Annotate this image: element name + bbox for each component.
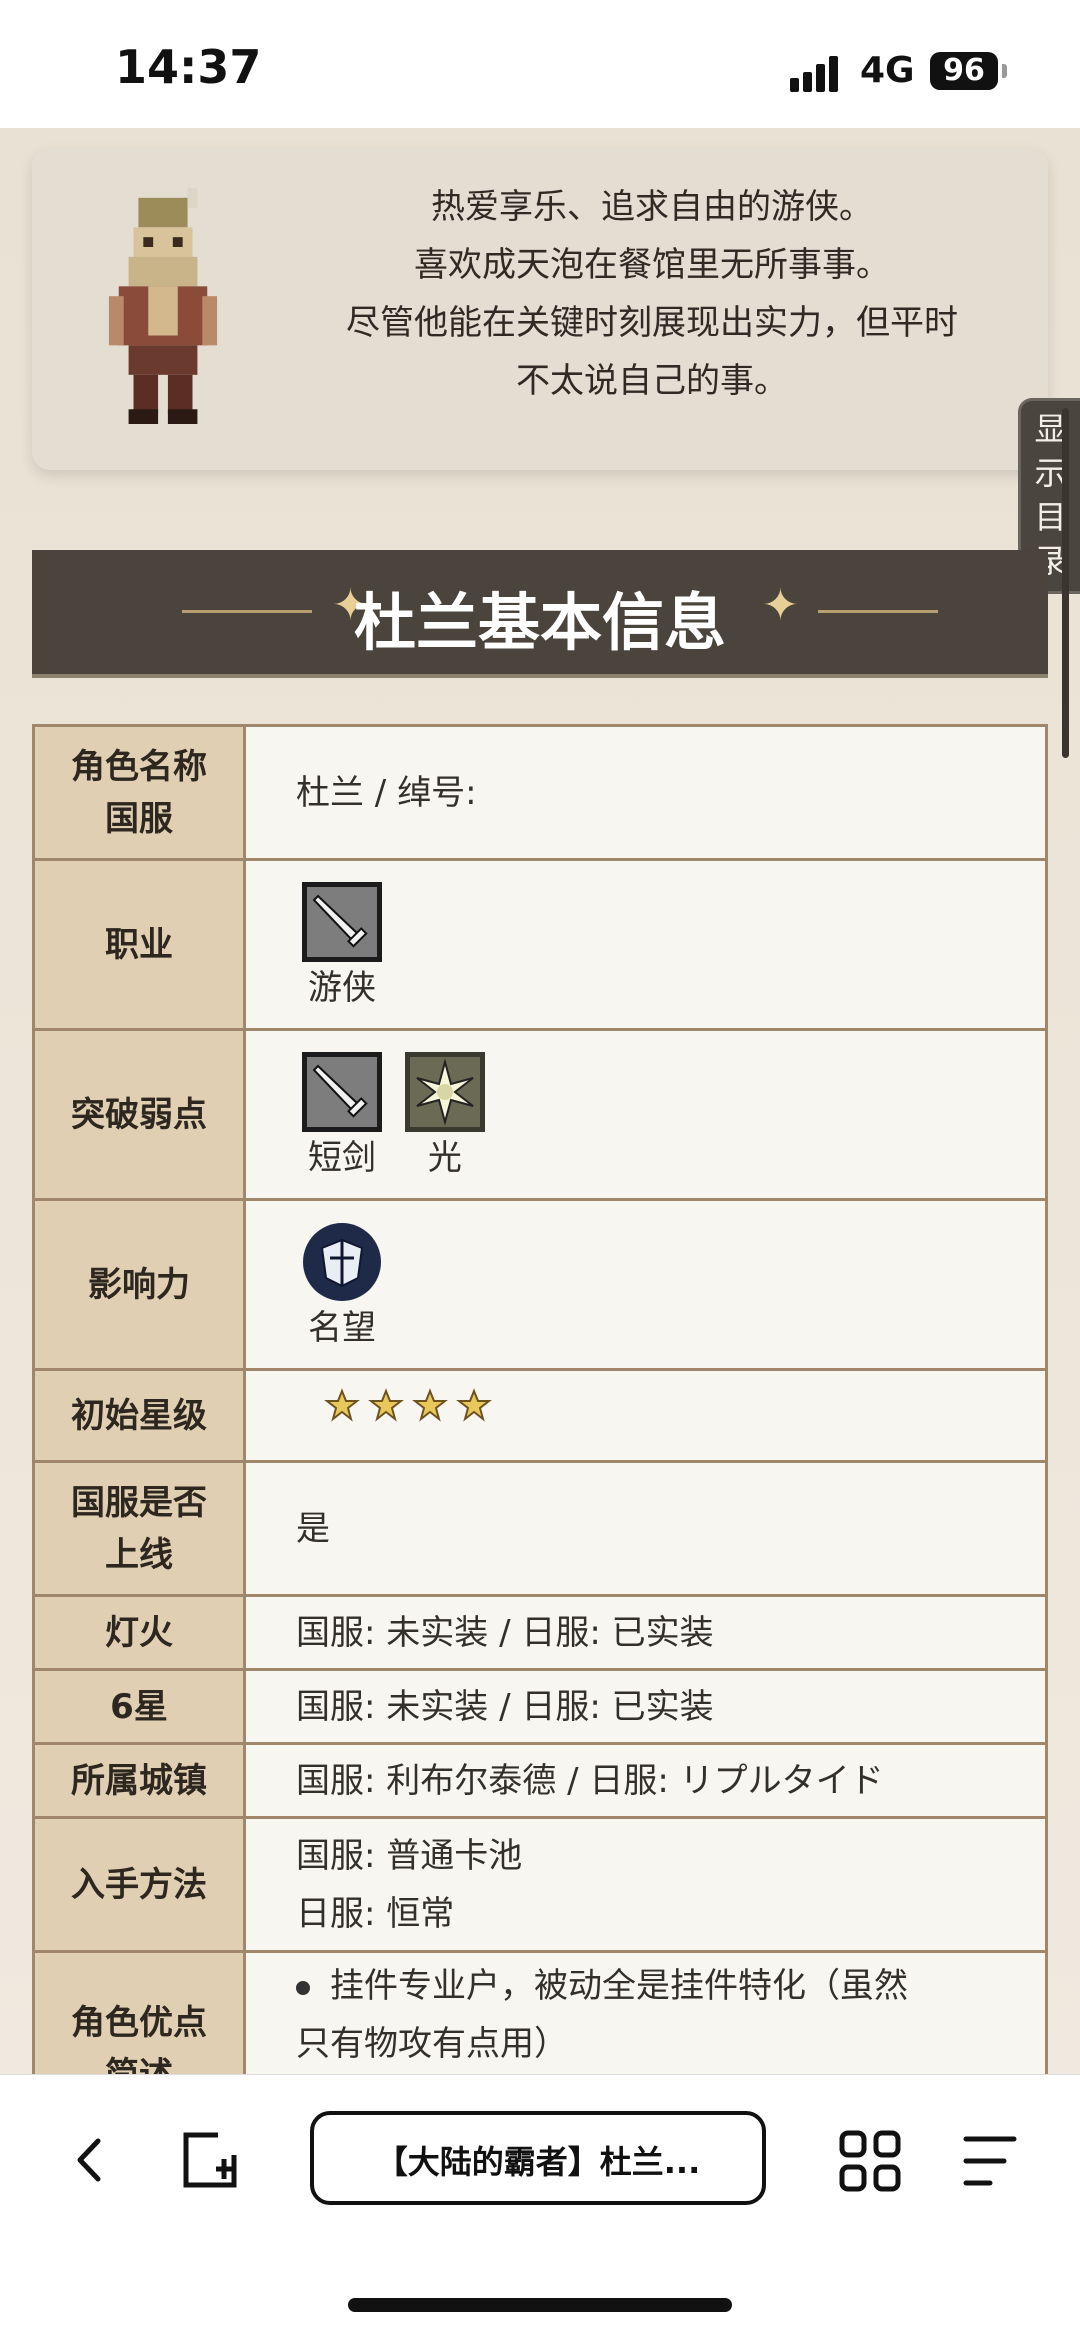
- cn-release-value: 是: [243, 1460, 1048, 1597]
- table-row: 所属城镇 国服: 利布尔泰德 / 日服: リプルタイド: [32, 1742, 1048, 1819]
- battery-icon: 96: [930, 52, 998, 90]
- apps-grid-icon[interactable]: [838, 2129, 902, 2193]
- key-line: 国服: [105, 798, 173, 839]
- weakness-item[interactable]: 光: [404, 1042, 485, 1184]
- table-key: 灯火: [32, 1594, 246, 1671]
- tabs-icon[interactable]: [178, 2129, 242, 2193]
- status-time: 14:37: [115, 40, 262, 94]
- section-title: 杜兰基本信息: [353, 586, 726, 659]
- weakness-value: 短剑 光: [243, 1028, 1048, 1201]
- fame-icon: [303, 1223, 381, 1301]
- obtain-line: 日服: 恒常: [296, 1893, 455, 1934]
- job-label: 游侠: [308, 968, 376, 1008]
- table-key: 职业: [32, 858, 246, 1031]
- table-key: 初始星级: [32, 1368, 246, 1463]
- network-type: 4G: [860, 50, 915, 91]
- table-key: 入手方法: [32, 1816, 246, 1953]
- bullet-icon: [296, 1980, 310, 1995]
- stars-value: [243, 1368, 1048, 1463]
- six-star-value: 国服: 未实装 / 日服: 已实装: [243, 1668, 1048, 1745]
- ornament-star-icon: ✦: [762, 580, 799, 631]
- weakness-label: 短剑: [308, 1138, 376, 1178]
- table-key: 突破弱点: [32, 1028, 246, 1201]
- character-intro-card: 热爱享乐、追求自由的游侠。 喜欢成天泡在餐馆里无所事事。 尽管他能在关键时刻展现…: [32, 148, 1048, 470]
- influence-label: 名望: [308, 1308, 376, 1348]
- character-sprite-icon: [108, 188, 218, 424]
- table-row: 职业 游侠: [32, 858, 1048, 1031]
- table-row: 角色优点 简述 挂件专业户，被动全是挂件特化（虽然 只有物攻有点用）: [32, 1950, 1048, 2074]
- merits-value: 挂件专业户，被动全是挂件特化（虽然 只有物攻有点用）: [243, 1950, 1048, 2074]
- job-value: 游侠: [243, 858, 1048, 1031]
- table-row: 入手方法 国服: 普通卡池 日服: 恒常: [32, 1816, 1048, 1953]
- table-row: 6星 国服: 未实装 / 日服: 已实装: [32, 1668, 1048, 1745]
- toc-char: 显: [1034, 410, 1067, 448]
- town-value: 国服: 利布尔泰德 / 日服: リプルタイド: [243, 1742, 1048, 1819]
- weakness-label: 光: [427, 1138, 462, 1178]
- scrollbar[interactable]: [1062, 408, 1069, 758]
- merits-line: 只有物攻有点用）: [296, 2024, 568, 2064]
- status-bar: 14:37 4G 96: [0, 0, 1080, 128]
- star-rating: [324, 1387, 504, 1445]
- section-header: ✦ 杜兰基本信息 ✦: [32, 550, 1048, 678]
- dagger-icon: [302, 882, 382, 962]
- key-line: 角色优点: [71, 2003, 207, 2043]
- ornament-line: [818, 610, 938, 613]
- url-title-bar[interactable]: 【大陆的霸者】杜兰...: [310, 2111, 766, 2205]
- back-icon[interactable]: [70, 2135, 110, 2185]
- table-row: 角色名称 国服 杜兰 / 绰号:: [32, 724, 1048, 861]
- obtain-line: 国服: 普通卡池: [296, 1835, 523, 1876]
- dagger-icon: [302, 1052, 382, 1132]
- obtain-value: 国服: 普通卡池 日服: 恒常: [243, 1816, 1048, 1953]
- page-content[interactable]: 热爱享乐、追求自由的游侠。 喜欢成天泡在餐馆里无所事事。 尽管他能在关键时刻展现…: [0, 128, 1080, 2074]
- light-icon: [404, 1052, 485, 1132]
- key-line: 上线: [105, 1534, 173, 1575]
- home-indicator[interactable]: [348, 2298, 732, 2312]
- table-key: 影响力: [32, 1198, 246, 1371]
- key-line: 国服是否: [71, 1482, 207, 1523]
- table-row: 初始星级: [32, 1368, 1048, 1463]
- lantern-value: 国服: 未实装 / 日服: 已实装: [243, 1594, 1048, 1671]
- influence-item[interactable]: 名望: [302, 1212, 382, 1354]
- table-key: 所属城镇: [32, 1742, 246, 1819]
- signal-icon: [790, 52, 846, 92]
- merits-line: 挂件专业户，被动全是挂件特化（虽然: [330, 1966, 908, 2006]
- intro-line: 不太说自己的事。: [516, 361, 788, 401]
- intro-line: 喜欢成天泡在餐馆里无所事事。: [414, 245, 890, 285]
- key-line: 角色名称: [71, 746, 207, 787]
- key-line: 简述: [41, 2049, 237, 2074]
- table-key: 6星: [32, 1668, 246, 1745]
- table-key: 角色优点 简述: [32, 1950, 246, 2074]
- star-icons: [324, 1387, 492, 1422]
- weakness-item[interactable]: 短剑: [302, 1042, 382, 1184]
- table-key: 国服是否 上线: [32, 1460, 246, 1597]
- intro-line: 热爱享乐、追求自由的游侠。: [431, 187, 873, 227]
- table-row: 国服是否 上线 是: [32, 1460, 1048, 1597]
- character-name-value: 杜兰 / 绰号:: [243, 724, 1048, 861]
- toc-char: 目: [1034, 498, 1067, 536]
- table-row: 突破弱点 短剑 光: [32, 1028, 1048, 1201]
- influence-value: 名望: [243, 1198, 1048, 1371]
- character-info-table: 角色名称 国服 杜兰 / 绰号: 职业 游侠 突破弱点 短剑 光 影响力 名望 …: [32, 724, 1048, 2074]
- table-row: 影响力 名望: [32, 1198, 1048, 1371]
- table-key: 角色名称 国服: [32, 724, 246, 861]
- table-row: 灯火 国服: 未实装 / 日服: 已实装: [32, 1594, 1048, 1671]
- intro-line: 尽管他能在关键时刻展现出实力，但平时: [346, 303, 958, 343]
- job-item[interactable]: 游侠: [302, 872, 382, 1014]
- toc-char: 示: [1034, 454, 1067, 492]
- menu-icon[interactable]: [960, 2133, 1020, 2189]
- battery-tip: [1002, 64, 1007, 78]
- character-description: 热爱享乐、追求自由的游侠。 喜欢成天泡在餐馆里无所事事。 尽管他能在关键时刻展现…: [282, 178, 1022, 410]
